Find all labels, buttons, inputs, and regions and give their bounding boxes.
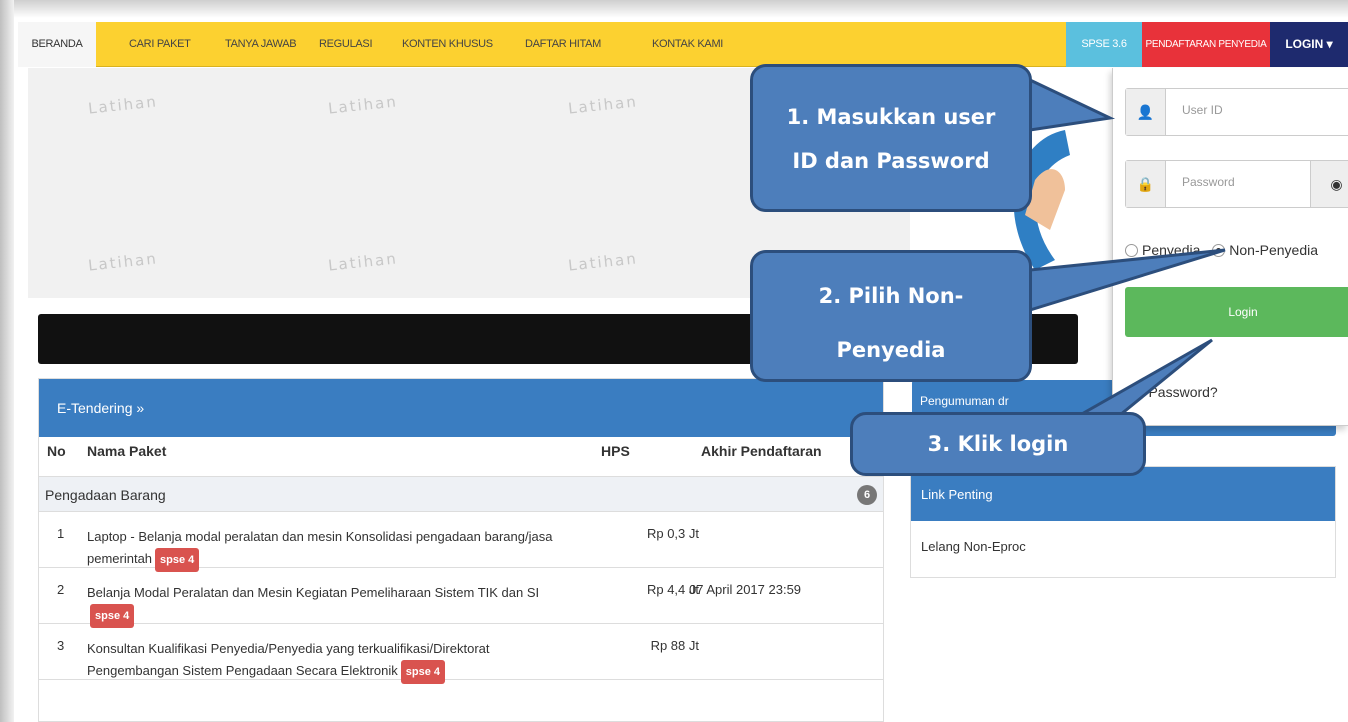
callout-step-1-line2: ID dan Password: [792, 149, 990, 173]
callout-pointers: [1028, 77, 1226, 417]
callout-step-2-line1: 2. Pilih Non-: [818, 284, 964, 308]
callout-step-3: 3. Klik login: [850, 412, 1146, 476]
callout-step-2: 2. Pilih Non- Penyedia: [750, 250, 1032, 382]
callout-step-1: 1. Masukkan user ID dan Password: [750, 64, 1032, 212]
callout-step-2-line2: Penyedia: [836, 338, 946, 362]
callout-step-1-line1: 1. Masukkan user: [786, 105, 996, 129]
